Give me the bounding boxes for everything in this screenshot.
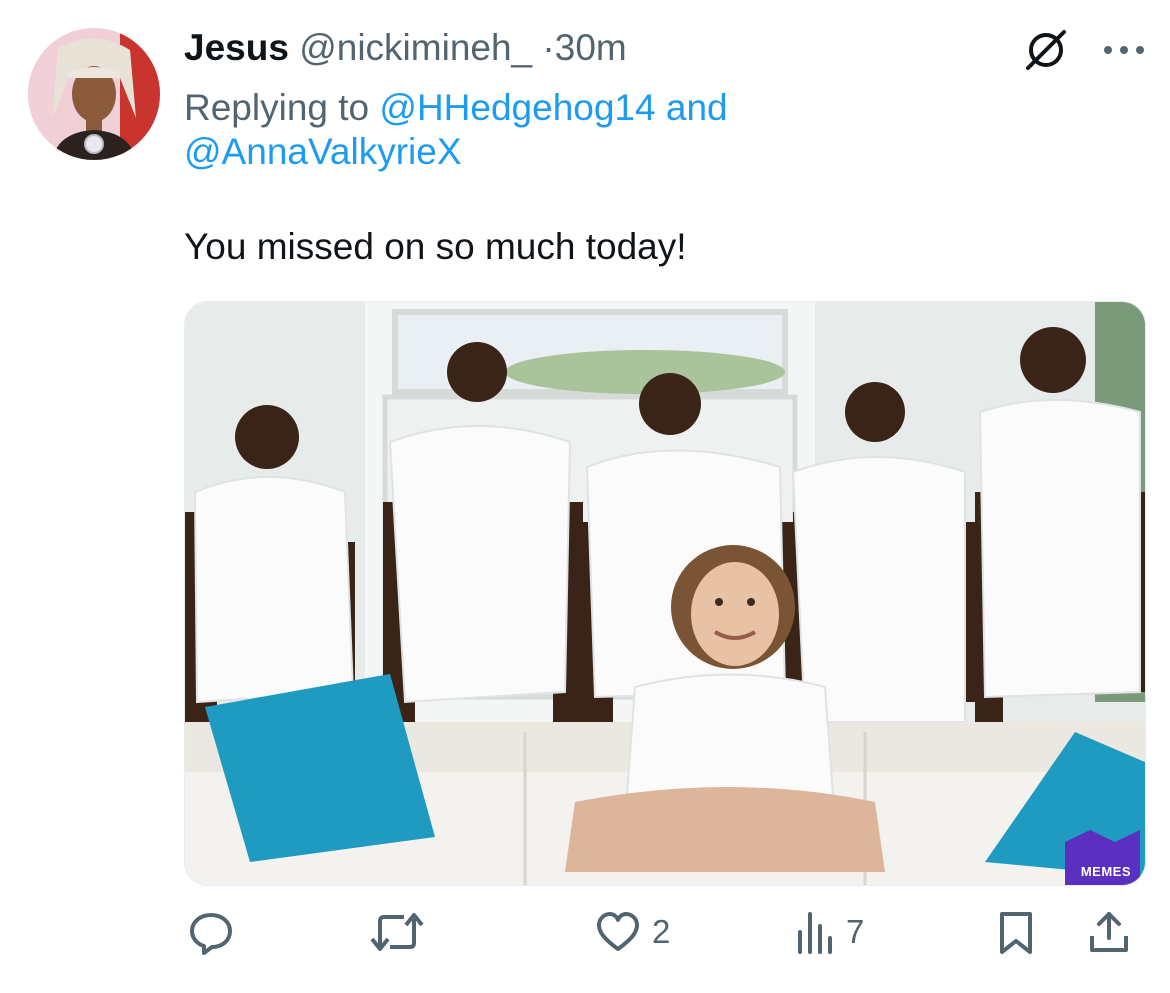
retweet-button[interactable] bbox=[368, 902, 426, 962]
display-name[interactable]: Jesus bbox=[184, 27, 289, 68]
reply-button[interactable] bbox=[186, 902, 236, 962]
tweet-text: You missed on so much today! bbox=[184, 226, 687, 267]
retweet-icon bbox=[368, 907, 426, 957]
tweet-top-actions bbox=[1020, 24, 1146, 81]
views-count: 7 bbox=[846, 913, 865, 950]
heart-icon bbox=[594, 908, 642, 956]
tweet-media[interactable]: MEMES bbox=[184, 301, 1146, 886]
reply-mention-2[interactable]: @AnnaValkyrieX bbox=[184, 131, 462, 172]
reply-and[interactable]: and bbox=[666, 87, 728, 128]
watermark-label: MEMES bbox=[1080, 864, 1131, 879]
bar-chart-icon bbox=[796, 908, 836, 956]
share-icon bbox=[1086, 908, 1132, 956]
avatar[interactable] bbox=[28, 28, 160, 160]
timestamp[interactable]: 30m bbox=[555, 27, 627, 68]
bookmark-icon bbox=[994, 908, 1038, 956]
views-button[interactable]: 7 bbox=[796, 902, 864, 962]
grok-icon[interactable] bbox=[1020, 24, 1072, 81]
reply-mention-1[interactable]: @HHedgehog14 bbox=[379, 87, 655, 128]
replying-to: Replying to @HHedgehog14 and @AnnaValkyr… bbox=[184, 86, 884, 174]
bookmark-button[interactable] bbox=[994, 902, 1038, 962]
replying-prefix: Replying to bbox=[184, 87, 370, 128]
like-count: 2 bbox=[652, 913, 671, 950]
more-options-icon[interactable] bbox=[1102, 43, 1146, 62]
speech-bubble-icon bbox=[186, 907, 236, 957]
share-button[interactable] bbox=[1086, 902, 1132, 962]
handle[interactable]: @nickimineh_ bbox=[299, 27, 532, 68]
avatar-image bbox=[28, 28, 160, 160]
separator-dot: · bbox=[542, 27, 555, 68]
meme-image bbox=[185, 302, 1145, 885]
tweet-action-bar: 2 7 bbox=[186, 902, 1136, 962]
like-button[interactable]: 2 bbox=[594, 902, 670, 962]
tweet-header: Jesus @nickimineh_ ·30m bbox=[184, 26, 627, 70]
